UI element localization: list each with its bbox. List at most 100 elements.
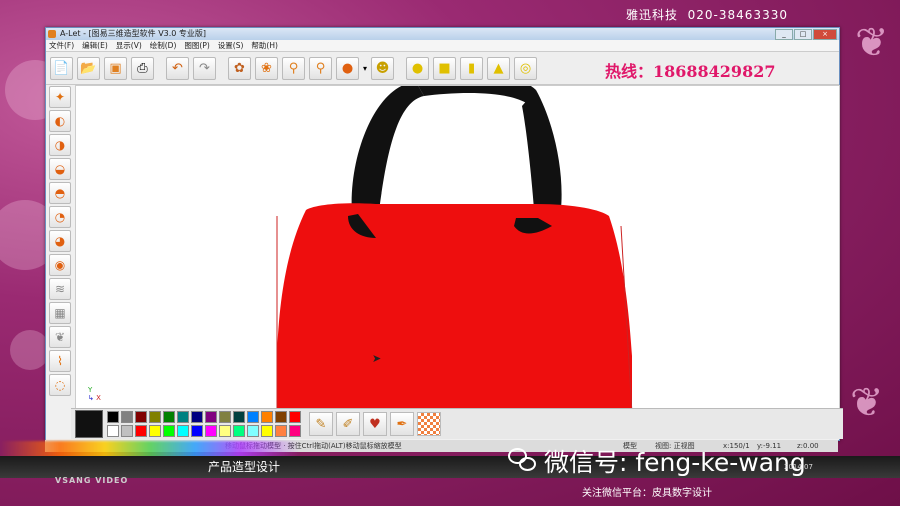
color-swatch[interactable]	[107, 411, 119, 423]
window-titlebar: A-Let - [图易三维造型软件 V3.0 专业版] _ □ ×	[46, 28, 839, 40]
color-swatch[interactable]	[191, 411, 203, 423]
color-swatch[interactable]	[149, 425, 161, 437]
zoom-fit-icon[interactable]: ⚲	[309, 56, 332, 80]
ring-icon[interactable]: ◎	[514, 56, 538, 80]
sphere-icon[interactable]: ●	[336, 56, 359, 80]
color-swatch[interactable]	[107, 425, 119, 437]
shape-tool-icon[interactable]: ◑	[49, 134, 71, 156]
shape-tool-icon[interactable]: ◔	[49, 206, 71, 228]
lasso-icon[interactable]: ◌	[49, 374, 71, 396]
wechat-id: 微信号: feng-ke-wang	[544, 448, 806, 477]
color-swatch[interactable]	[261, 411, 273, 423]
menu-settings[interactable]: 设置(S)	[218, 40, 244, 51]
wave-icon[interactable]: ≋	[49, 278, 71, 300]
shape-tool-icon[interactable]: ◓	[49, 182, 71, 204]
app-window: A-Let - [图易三维造型软件 V3.0 专业版] _ □ × 文件(F) …	[45, 27, 843, 441]
color-swatch[interactable]	[163, 411, 175, 423]
menu-help[interactable]: 帮助(H)	[251, 40, 278, 51]
color-swatch[interactable]	[275, 411, 287, 423]
cube-icon[interactable]: ■	[433, 56, 457, 80]
maximize-button[interactable]: □	[794, 29, 812, 40]
menu-draw[interactable]: 绘制(D)	[150, 40, 177, 51]
dropper-icon[interactable]: ✒	[390, 412, 414, 436]
cone-icon[interactable]: ▲	[487, 56, 511, 80]
color-swatch[interactable]	[135, 411, 147, 423]
window-title: A-Let - [图易三维造型软件 V3.0 专业版]	[60, 29, 207, 38]
undo-icon[interactable]: ↶	[166, 56, 189, 80]
print-icon[interactable]: ⎙	[131, 56, 154, 80]
color-palette-bar: ✎ ✐ ♥ ✒	[71, 408, 843, 439]
butterfly-icon: ❦	[850, 380, 884, 426]
bag-body	[277, 203, 632, 414]
color-swatch[interactable]	[149, 411, 161, 423]
color-swatch[interactable]	[191, 425, 203, 437]
color-swatch[interactable]	[205, 411, 217, 423]
butterfly-tool-icon[interactable]: ❦	[49, 326, 71, 348]
menu-file[interactable]: 文件(F)	[49, 40, 74, 51]
color-swatch[interactable]	[289, 425, 301, 437]
color-swatch[interactable]	[247, 425, 259, 437]
close-button[interactable]: ×	[813, 29, 837, 40]
circle-icon[interactable]: ●	[406, 56, 430, 80]
open-doc-icon[interactable]: 📂	[77, 56, 100, 80]
current-color-swatch[interactable]	[75, 410, 103, 438]
curve-icon[interactable]: ⌇	[49, 350, 71, 372]
mouse-cursor-icon: ➤	[372, 352, 382, 365]
cylinder-icon[interactable]: ▮	[460, 56, 484, 80]
color-swatch[interactable]	[275, 425, 287, 437]
minimize-button[interactable]: _	[775, 29, 793, 40]
video-subtitle: 产品造型设计	[208, 460, 281, 474]
menu-view[interactable]: 显示(V)	[116, 40, 142, 51]
follow-text: 关注微信平台：皮具数字设计	[582, 488, 712, 499]
color-swatch[interactable]	[177, 411, 189, 423]
shape-tool-icon[interactable]: ◉	[49, 254, 71, 276]
butterfly-icon: ❦	[855, 20, 889, 66]
shape-tool-icon[interactable]: ◒	[49, 158, 71, 180]
bag-handle-top	[418, 86, 536, 104]
color-swatch[interactable]	[233, 425, 245, 437]
color-swatch[interactable]	[233, 411, 245, 423]
brush-alt-icon[interactable]: ✐	[336, 412, 360, 436]
axis-gizmo: Y ↳ X	[88, 386, 101, 402]
hotline-text: 热线：18688429827	[605, 62, 776, 81]
color-swatch[interactable]	[177, 425, 189, 437]
zoom-icon[interactable]: ⚲	[282, 56, 305, 80]
menu-bar: 文件(F) 编辑(E) 显示(V) 绘制(D) 图图(P) 设置(S) 帮助(H…	[46, 40, 839, 52]
cup-icon[interactable]: ♥	[363, 412, 387, 436]
grid-icon[interactable]: ▦	[49, 302, 71, 324]
texture-icon[interactable]	[417, 412, 441, 436]
app-icon	[48, 30, 56, 38]
menu-edit[interactable]: 编辑(E)	[82, 40, 108, 51]
color-swatches	[107, 411, 301, 437]
color-swatch[interactable]	[219, 411, 231, 423]
video-date: 2014.07	[784, 463, 813, 471]
pick-icon[interactable]: ✦	[49, 86, 71, 108]
shape-tool-icon[interactable]: ◕	[49, 230, 71, 252]
color-swatch[interactable]	[247, 411, 259, 423]
redo-icon[interactable]: ↷	[193, 56, 216, 80]
dropdown-arrow-icon[interactable]: ▾	[363, 64, 367, 73]
color-swatch[interactable]	[205, 425, 217, 437]
color-swatch[interactable]	[163, 425, 175, 437]
shape-tool-icon[interactable]: ◐	[49, 110, 71, 132]
vsang-video-brand: VSANG VIDEO	[55, 476, 129, 485]
color-swatch[interactable]	[121, 411, 133, 423]
main-toolbar: 📄 📂 ▣ ⎙ ↶ ↷ ✿ ❀ ⚲ ⚲ ● ▾ ☻ ● ■ ▮ ▲ ◎ 热线：1…	[46, 52, 839, 85]
drawing-canvas[interactable]: Y ↳ X ➤	[75, 85, 840, 415]
face-icon[interactable]: ☻	[371, 56, 395, 80]
paw-icon[interactable]: ❀	[255, 56, 278, 80]
color-swatch[interactable]	[289, 411, 301, 423]
color-swatch[interactable]	[219, 425, 231, 437]
brush-icon[interactable]: ✎	[309, 412, 333, 436]
handbag-model	[276, 86, 633, 414]
menu-image[interactable]: 图图(P)	[184, 40, 209, 51]
decor-flower	[10, 330, 50, 370]
color-swatch[interactable]	[261, 425, 273, 437]
color-swatch[interactable]	[135, 425, 147, 437]
left-toolbar: ✦ ◐ ◑ ◒ ◓ ◔ ◕ ◉ ≋ ▦ ❦ ⌇ ◌	[47, 84, 73, 398]
wechat-watermark: 微信号: feng-ke-wang	[508, 443, 806, 479]
new-doc-icon[interactable]: 📄	[50, 56, 73, 80]
color-swatch[interactable]	[121, 425, 133, 437]
palette-icon[interactable]: ✿	[228, 56, 251, 80]
box-icon[interactable]: ▣	[104, 56, 127, 80]
